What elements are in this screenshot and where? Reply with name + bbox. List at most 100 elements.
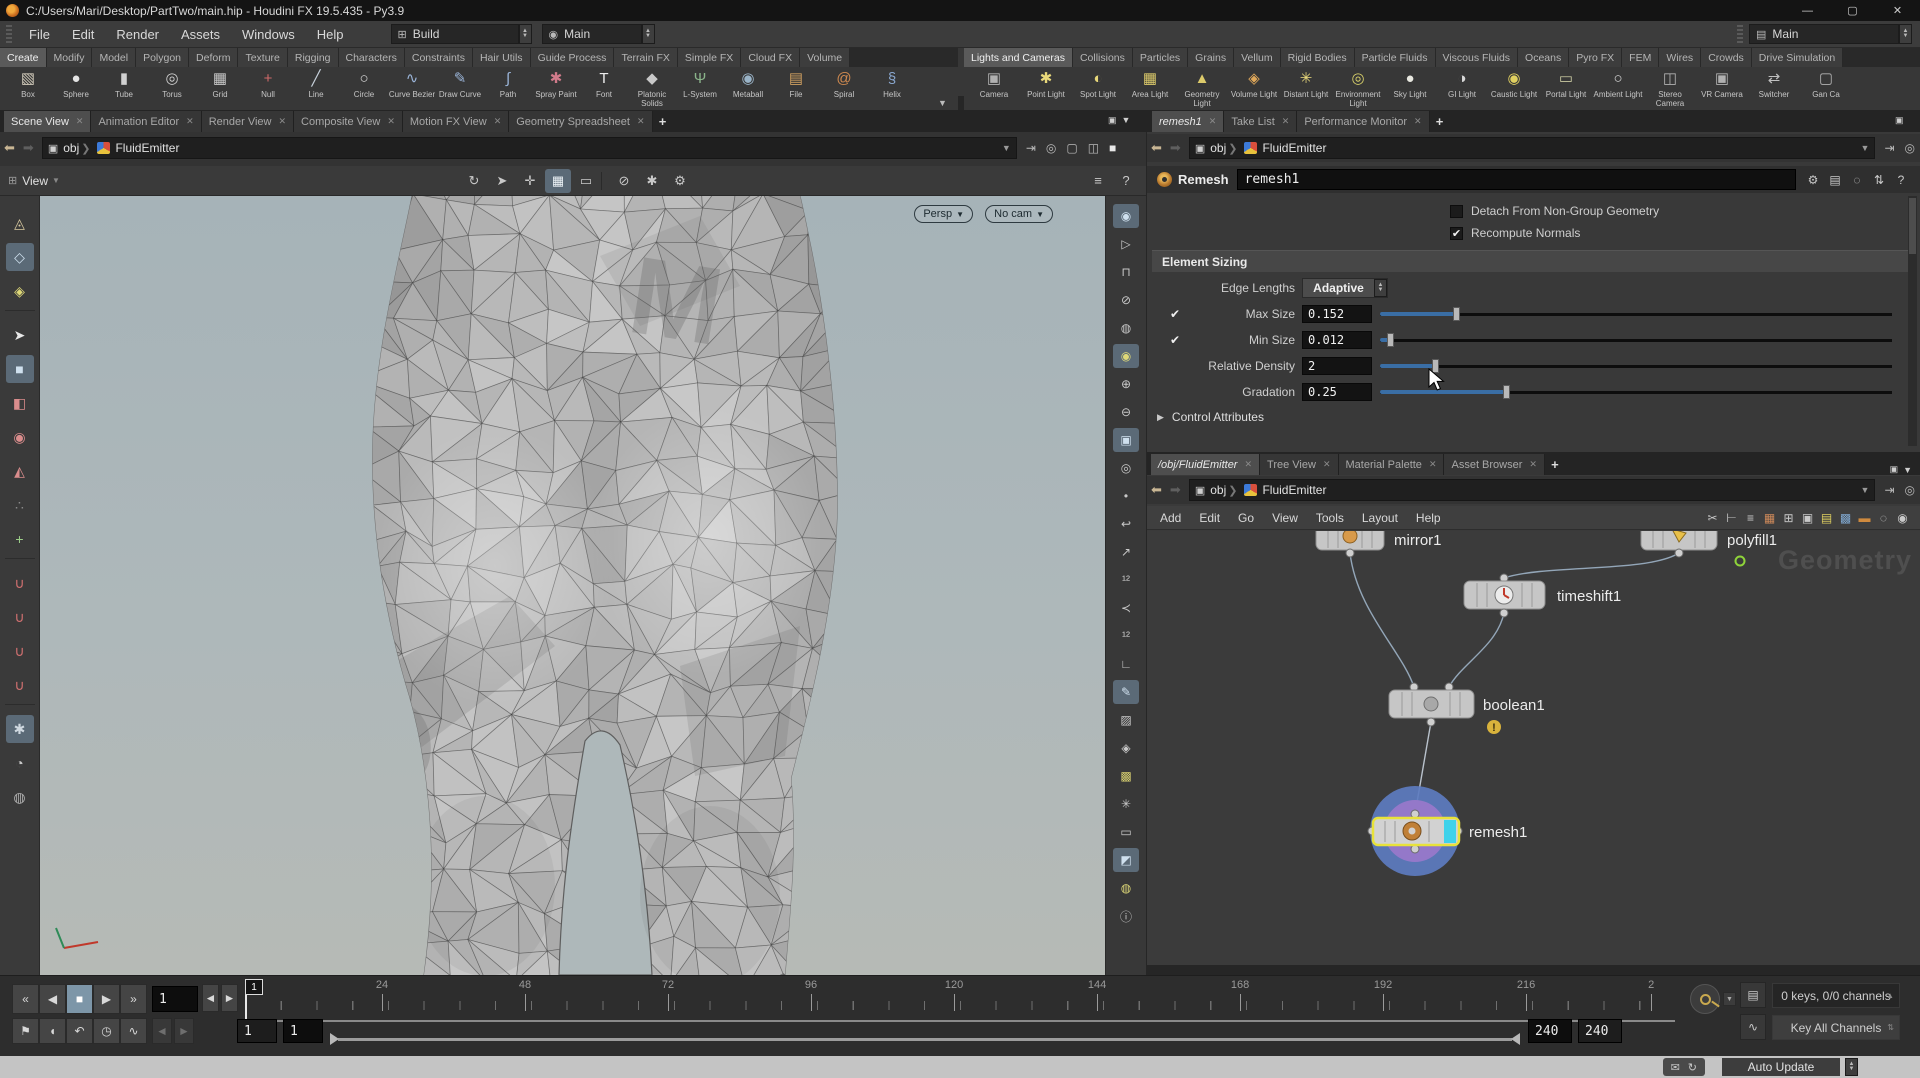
timeline-ruler[interactable]: 244872961201441681922162 xyxy=(245,981,1675,1015)
key-all-channels-button[interactable]: Key All Channels⇅ xyxy=(1772,1015,1900,1040)
menu-item[interactable]: Edit xyxy=(61,21,105,47)
display-option-icon[interactable]: ⊓ xyxy=(1113,260,1139,284)
display-option-icon[interactable]: ◉ xyxy=(1113,204,1139,228)
playhead[interactable]: 1 xyxy=(245,979,265,995)
menu-item[interactable]: Tools xyxy=(1307,506,1353,529)
viewport-tool-icon[interactable] xyxy=(5,310,35,316)
close-tab-icon[interactable]: ✕ xyxy=(1282,116,1290,127)
camera-button[interactable]: No cam▼ xyxy=(985,205,1053,223)
param-header-icon[interactable]: ⚙ xyxy=(1803,170,1823,190)
shelf-tab[interactable]: Modify xyxy=(47,48,93,67)
pane-menu-icon[interactable]: ▼ xyxy=(1122,115,1131,126)
viewport-header-icon[interactable]: ≡ xyxy=(1085,169,1111,193)
shelf-tab[interactable]: Polygon xyxy=(136,48,189,67)
key-options-icon[interactable]: ▼ xyxy=(1723,992,1736,1006)
ghost-objects-icon[interactable]: ▢ xyxy=(1066,141,1077,155)
network-toolbar-icon[interactable]: ⊞ xyxy=(1779,508,1798,527)
layout-spinner[interactable]: ▲▼ xyxy=(519,24,532,44)
shelf-tab[interactable]: Create xyxy=(0,48,47,67)
set-key-button[interactable] xyxy=(1690,984,1720,1014)
menubar-grip[interactable] xyxy=(6,25,12,43)
display-option-icon[interactable]: ∟ xyxy=(1113,652,1139,676)
toggle-detach[interactable]: Detach From Non-Group Geometry xyxy=(1450,204,1659,218)
shelf-tool[interactable]: ✳ Distant Light xyxy=(1280,67,1332,110)
close-button[interactable]: ✕ xyxy=(1875,0,1920,21)
display-option-icon[interactable]: ⓘ xyxy=(1113,904,1139,928)
shelf-tool[interactable]: + Null xyxy=(244,67,292,110)
shelf-overflow-icon[interactable]: ▼ xyxy=(938,98,947,108)
display-option-icon[interactable]: ¹² xyxy=(1113,568,1139,592)
playbar-option-icon[interactable]: ∿ xyxy=(120,1018,147,1044)
relative-density-slider[interactable] xyxy=(1380,359,1892,373)
transport-button[interactable]: ■ xyxy=(66,984,93,1014)
menu-item[interactable]: Go xyxy=(1229,506,1263,529)
checkbox[interactable] xyxy=(1450,205,1463,218)
pane-tab[interactable]: Animation Editor ✕ xyxy=(91,111,201,132)
shelf-tool[interactable]: ∿ Curve Bezier xyxy=(388,67,436,110)
remesh-node-icon[interactable] xyxy=(1157,172,1172,187)
shelf-tab[interactable]: Particles xyxy=(1133,48,1188,67)
network-toolbar-icon[interactable]: ◌ xyxy=(1874,508,1893,527)
display-option-icon[interactable]: ⊖ xyxy=(1113,400,1139,424)
shelf-tab[interactable]: Collisions xyxy=(1073,48,1133,67)
menu-item[interactable]: Assets xyxy=(170,21,231,47)
node-remesh1[interactable]: remesh1 xyxy=(1368,786,1527,876)
pane-tab[interactable]: Performance Monitor ✕ xyxy=(1297,111,1429,132)
viewport-tool-icon[interactable]: ◇ xyxy=(6,243,34,271)
menu-item[interactable]: Layout xyxy=(1353,506,1407,529)
shelf-tool[interactable]: ✱ Point Light xyxy=(1020,67,1072,110)
pane-tab[interactable]: Geometry Spreadsheet ✕ xyxy=(509,111,652,132)
shelf-tab[interactable]: Guide Process xyxy=(531,48,615,67)
desktop-spinner[interactable]: ▲▼ xyxy=(642,24,655,44)
shelf-tool[interactable]: @ Spiral xyxy=(820,67,868,110)
path-dropdown-icon[interactable]: ▼ xyxy=(1861,485,1875,495)
shelf-tool[interactable]: ▢ Gan Ca xyxy=(1800,67,1852,110)
close-tab-icon[interactable]: ✕ xyxy=(1429,459,1437,470)
max-size-slider[interactable] xyxy=(1380,307,1892,321)
viewport-3d[interactable]: M O Persp▼ No cam▼ xyxy=(40,196,1105,975)
shelf-tab[interactable]: Viscous Fluids xyxy=(1436,48,1519,67)
target-icon[interactable]: ◎ xyxy=(1905,483,1915,497)
menu-item[interactable]: Edit xyxy=(1190,506,1229,529)
shelf-tool[interactable]: ○ Ambient Light xyxy=(1592,67,1644,110)
close-tab-icon[interactable]: ✕ xyxy=(1323,459,1331,470)
viewport-toolbar-icon[interactable]: ▭ xyxy=(573,169,599,193)
pane-tab[interactable]: Motion FX View ✕ xyxy=(403,111,509,132)
display-option-icon[interactable]: ↩ xyxy=(1113,512,1139,536)
node-timeshift1[interactable]: timeshift1 xyxy=(1464,574,1621,617)
gradation-slider[interactable] xyxy=(1380,385,1892,399)
playback-range-slider[interactable] xyxy=(330,1033,1520,1045)
relative-density-field[interactable]: 2 xyxy=(1302,357,1372,375)
shelf-tool[interactable]: ◑ GI Light xyxy=(1436,67,1488,110)
shelf-tool[interactable]: ╱ Line xyxy=(292,67,340,110)
shelf-tab[interactable]: Constraints xyxy=(405,48,473,67)
shelf-tab[interactable]: Hair Utils xyxy=(473,48,531,67)
display-option-icon[interactable]: ◈ xyxy=(1113,736,1139,760)
playbar-option-icon[interactable]: ◖ xyxy=(39,1018,66,1044)
param-header-icon[interactable]: ? xyxy=(1891,170,1911,190)
shelf-tab[interactable]: Texture xyxy=(238,48,287,67)
shelf-tool[interactable]: ⇄ Switcher xyxy=(1748,67,1800,110)
shelf-tab[interactable]: Simple FX xyxy=(678,48,741,67)
menu-item[interactable]: Help xyxy=(306,21,355,47)
shelf-tab[interactable]: Drive Simulation xyxy=(1752,48,1843,67)
shelf-tool[interactable]: ◎ Environment Light xyxy=(1332,67,1384,110)
shelf-tab[interactable]: Pyro FX xyxy=(1569,48,1622,67)
pane-tab[interactable]: remesh1 ✕ xyxy=(1152,111,1224,132)
viewport-toolbar-icon[interactable]: ✱ xyxy=(639,169,665,193)
next-key-button[interactable]: ► xyxy=(174,1018,194,1044)
shelf-tab[interactable]: Particle Fluids xyxy=(1355,48,1436,67)
min-size-slider[interactable] xyxy=(1380,333,1892,347)
shelf-tool[interactable]: ◎ Torus xyxy=(148,67,196,110)
viewport-toolbar-icon[interactable]: ↻ xyxy=(461,169,487,193)
display-option-icon[interactable]: ▨ xyxy=(1113,708,1139,732)
shelf-tab[interactable]: Deform xyxy=(189,48,238,67)
display-option-icon[interactable]: ▭ xyxy=(1113,820,1139,844)
pane-tab[interactable]: /obj/FluidEmitter ✕ xyxy=(1151,454,1260,475)
close-tab-icon[interactable]: ✕ xyxy=(186,116,194,127)
shelf-tool[interactable]: ▤ File xyxy=(772,67,820,110)
shelfset-grip[interactable] xyxy=(1737,25,1743,43)
shelfset-spinner[interactable]: ▲▼ xyxy=(1899,24,1912,44)
transport-button[interactable]: ▶ xyxy=(93,984,120,1014)
dopsheet-icon-button[interactable]: ▤ xyxy=(1740,982,1766,1008)
